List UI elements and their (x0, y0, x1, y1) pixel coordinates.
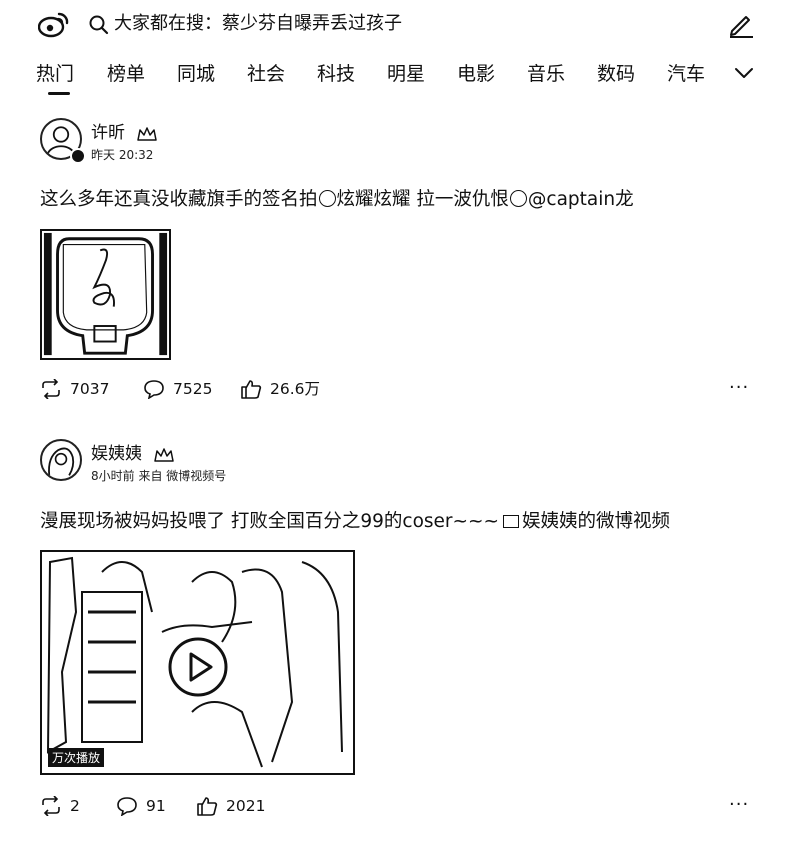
comment-icon (144, 380, 164, 399)
more-dots-icon[interactable]: ··· (729, 795, 749, 815)
category-tabs: 热门 榜单 同城 社会 科技 明星 电影 音乐 数码 汽车 (0, 58, 811, 98)
comment-icon (117, 797, 137, 816)
post-meta: 昨天 20:32 (91, 148, 154, 162)
comment-count: 7525 (173, 380, 213, 398)
search-icon[interactable] (88, 14, 110, 36)
weibo-logo-icon[interactable] (38, 10, 70, 38)
mention-link[interactable]: @captain龙 (528, 189, 634, 210)
like-icon (241, 380, 262, 399)
crown-icon (154, 448, 174, 462)
post-text: 这么多年还真没收藏旗手的签名拍 炫耀炫耀 拉一波仇恨 @captain龙 (40, 189, 634, 210)
video-link[interactable]: 娱姨姨的微博视频 (522, 511, 670, 532)
post-actions: 7037 7525 26.6万 ··· (0, 377, 811, 401)
tab-digital[interactable]: 数码 (597, 58, 635, 90)
paddle-image (43, 232, 168, 356)
repost-count: 7037 (70, 380, 110, 398)
chevron-down-icon[interactable] (733, 62, 755, 84)
tab-celebrity[interactable]: 明星 (387, 58, 425, 90)
play-icon[interactable] (167, 636, 229, 698)
top-bar: 大家都在搜：蔡少芬自曝弄丢过孩子 (0, 0, 811, 52)
emoji-icon (318, 190, 336, 207)
tab-ranking[interactable]: 榜单 (107, 58, 145, 90)
view-count: 万次播放 (48, 748, 105, 767)
tab-hot[interactable]: 热门 (36, 58, 74, 90)
tab-movie[interactable]: 电影 (457, 58, 495, 90)
video-icon (503, 515, 520, 528)
post-text: 漫展现场被妈妈投喂了 打败全国百分之99的coser~~~ 娱姨姨的微博视频 (40, 511, 671, 532)
author-name[interactable]: 许昕 (91, 122, 125, 144)
repost-count: 2 (70, 797, 80, 815)
crown-icon (137, 127, 157, 141)
active-tab-indicator (48, 92, 70, 95)
search-suggestion[interactable]: 大家都在搜：蔡少芬自曝弄丢过孩子 (114, 11, 402, 37)
post-actions: 2 91 2021 ··· (0, 794, 811, 818)
verified-badge-icon (70, 148, 86, 164)
edit-icon[interactable] (727, 10, 755, 38)
more-dots-icon[interactable]: ··· (729, 378, 749, 398)
tab-society[interactable]: 社会 (247, 58, 285, 90)
like-icon (197, 797, 218, 816)
comment-count: 91 (146, 797, 166, 815)
author-name[interactable]: 娱姨姨 (91, 443, 142, 465)
avatar[interactable] (40, 439, 82, 481)
repost-icon (42, 379, 60, 399)
emoji-icon (509, 190, 527, 207)
tab-auto[interactable]: 汽车 (667, 58, 705, 90)
tab-music[interactable]: 音乐 (527, 58, 565, 90)
video-thumbnail[interactable]: 万次播放 (40, 550, 355, 775)
like-count: 2021 (226, 797, 266, 815)
tab-tech[interactable]: 科技 (317, 58, 355, 90)
like-count: 26.6万 (270, 380, 321, 398)
repost-icon (42, 796, 60, 816)
tab-local[interactable]: 同城 (177, 58, 215, 90)
post-meta: 8小时前 来自 微博视频号 (91, 469, 227, 483)
post-image[interactable] (40, 229, 171, 360)
